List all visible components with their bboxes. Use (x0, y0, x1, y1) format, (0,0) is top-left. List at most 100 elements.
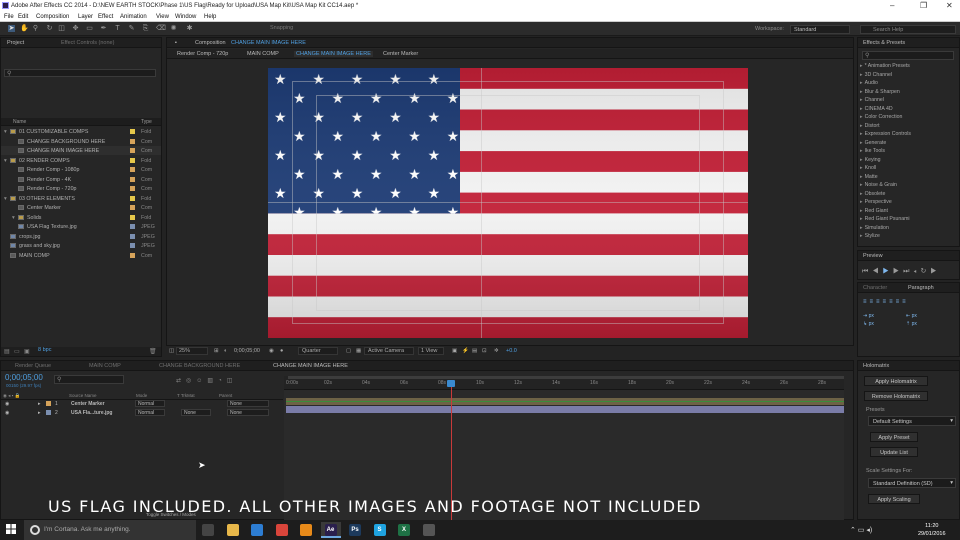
roto-brush-tool-icon[interactable]: ✺ (170, 25, 177, 32)
apply-scaling-button[interactable]: Apply Scaling (868, 494, 920, 504)
effect-category[interactable]: ▸ Channel (860, 97, 884, 103)
effect-category[interactable]: ▸ Noise & Grain (860, 182, 897, 188)
layer-parent-dropdown[interactable]: None (227, 409, 269, 416)
menu-composition[interactable]: Composition (36, 14, 69, 20)
layer-mode-dropdown[interactable]: Normal (135, 409, 165, 416)
project-item[interactable]: USA Flag Texture.jpg JPEG (1, 222, 161, 231)
label-color[interactable] (130, 252, 135, 258)
effect-category[interactable]: ▸ Red Giant (860, 208, 888, 214)
timeline-timecode[interactable]: 0;00;05;00 (5, 373, 43, 382)
lock-icon[interactable]: ▪ (175, 40, 177, 46)
hand-tool-icon[interactable]: ✋ (20, 25, 29, 32)
layer-mode-dropdown[interactable]: Normal (135, 400, 165, 407)
project-item[interactable]: CHANGE MAIN IMAGE HERE Com (1, 146, 161, 155)
search-help-input[interactable]: Search Help (860, 25, 956, 34)
comp-tab-prefix[interactable]: Composition (195, 40, 226, 46)
tab-change-main-image[interactable]: CHANGE MAIN IMAGE HERE (273, 363, 348, 369)
selection-tool-icon[interactable]: ➤ (8, 25, 15, 32)
chrome-taskbar-button[interactable] (272, 522, 292, 538)
project-item[interactable]: grass and sky.jpg JPEG (1, 241, 161, 250)
apply-holomatrix-button[interactable]: Apply Holomatrix (864, 376, 928, 386)
label-color[interactable] (130, 186, 135, 191)
comp-mini-flowchart-icon[interactable]: ⇄ (176, 378, 186, 384)
flowchart-icon[interactable]: ⊡ (482, 348, 487, 354)
file-explorer-taskbar-button[interactable] (223, 522, 243, 538)
region-of-interest-icon[interactable]: ▢ (346, 348, 351, 354)
rotation-tool-icon[interactable]: ↻ (46, 25, 53, 32)
effect-category[interactable]: ▸ Knoll (860, 165, 876, 171)
expand-triangle-icon[interactable]: ▸ (38, 401, 41, 407)
prev-frame-icon[interactable]: ◀ (872, 268, 882, 275)
label-color[interactable] (130, 233, 135, 239)
clone-stamp-tool-icon[interactable]: ⎘ (142, 25, 149, 32)
grid-icon[interactable]: ⊞ (214, 348, 219, 354)
expand-triangle-icon[interactable]: ▾ (4, 129, 7, 135)
tab-character[interactable]: Character (863, 285, 887, 291)
photoshop-taskbar-button[interactable]: Ps (345, 522, 365, 538)
effect-category[interactable]: ▸ 3D Channel (860, 72, 892, 78)
column-source-name[interactable]: Source Name (69, 393, 97, 398)
menu-view[interactable]: View (156, 14, 169, 20)
motion-blur-icon[interactable]: ◔ (218, 378, 227, 384)
remove-holomatrix-button[interactable]: Remove Holomatrix (864, 391, 928, 401)
camera-tool-icon[interactable]: ◫ (58, 25, 65, 32)
effect-category[interactable]: ▸ CINEMA 4D (860, 106, 893, 112)
close-button[interactable]: ✕ (946, 1, 953, 10)
skype-taskbar-button[interactable]: S (370, 522, 390, 538)
effect-category[interactable]: ▸ Simulation (860, 225, 889, 231)
next-frame-icon[interactable]: ▶ (893, 268, 903, 275)
expand-triangle-icon[interactable]: ▾ (12, 215, 15, 221)
shy-icon[interactable]: ☺ (196, 378, 207, 384)
trash-icon[interactable]: 🗑 (149, 348, 157, 355)
show-channel-icon[interactable]: ● (280, 348, 283, 354)
scale-dropdown[interactable]: Standard Definition (SD) ▾ (868, 478, 956, 488)
minimize-button[interactable]: – (890, 1, 894, 10)
apply-preset-button[interactable]: Apply Preset (870, 432, 918, 442)
menu-window[interactable]: Window (175, 14, 196, 20)
tab-effect-controls[interactable]: Effect Controls (none) (61, 40, 114, 46)
layer-name[interactable]: Center Marker (71, 401, 105, 407)
layer-trkmat-dropdown[interactable]: None (181, 409, 211, 416)
effects-search-input[interactable]: ⚲ (862, 51, 954, 60)
resolution-dropdown[interactable]: Quarter (298, 347, 338, 355)
indent-left[interactable]: ⇥ px (863, 313, 874, 319)
work-area-bar[interactable] (288, 376, 844, 379)
always-preview-icon[interactable]: ◫ (169, 348, 174, 354)
menu-layer[interactable]: Layer (78, 14, 93, 20)
project-item[interactable]: Center Marker Com (1, 203, 161, 212)
project-item[interactable]: ▾ 02 RENDER COMPS Fold (1, 156, 161, 165)
project-item[interactable]: Render Comp - 4K Com (1, 175, 161, 184)
project-item[interactable]: ▾ 03 OTHER ELEMENTS Fold (1, 194, 161, 203)
column-name[interactable]: Name (13, 119, 26, 125)
first-frame-icon[interactable]: ⏮ (862, 268, 872, 275)
vlc-taskbar-button[interactable] (296, 522, 316, 538)
tab-render-queue[interactable]: Render Queue (15, 363, 51, 369)
effect-category[interactable]: ▸ Perspective (860, 199, 892, 205)
breadcrumb-main-comp[interactable]: MAIN COMP (247, 51, 279, 57)
excel-taskbar-button[interactable]: X (394, 522, 414, 538)
rectangle-tool-icon[interactable]: ▭ (86, 25, 93, 32)
audio-icon[interactable]: ◂ (913, 268, 920, 275)
task-view-taskbar-button[interactable] (198, 522, 218, 538)
label-color[interactable] (130, 167, 135, 172)
project-item[interactable]: Render Comp - 720p Com (1, 184, 161, 193)
indent-first[interactable]: ↳ px (863, 321, 874, 327)
effect-category[interactable]: ▸ Obsolete (860, 191, 885, 197)
effect-category[interactable]: ▸ Audio (860, 80, 878, 86)
tab-paragraph[interactable]: Paragraph (908, 285, 934, 291)
menu-animation[interactable]: Animation (120, 14, 147, 20)
layer-bar-usa-flag[interactable] (286, 406, 844, 413)
toggle-pixel-aspect-icon[interactable]: ▣ (452, 348, 457, 354)
loop-icon[interactable]: ↻ (921, 268, 931, 275)
menu-file[interactable]: File (4, 14, 14, 20)
snapping-toggle[interactable]: Snapping (262, 25, 302, 33)
column-parent[interactable]: Parent (219, 393, 232, 398)
graph-editor-icon[interactable]: ◫ (227, 378, 238, 384)
maximize-button[interactable]: ❐ (920, 1, 927, 10)
column-trkmat[interactable]: T TrkMat (177, 393, 195, 398)
zoom-dropdown[interactable]: 25% (176, 347, 208, 355)
label-color[interactable] (130, 138, 135, 144)
zoom-tool-icon[interactable]: ⚲ (32, 25, 39, 32)
media-taskbar-button[interactable] (419, 522, 439, 538)
effect-category[interactable]: ▸ Red Giant Psunami (860, 216, 910, 222)
